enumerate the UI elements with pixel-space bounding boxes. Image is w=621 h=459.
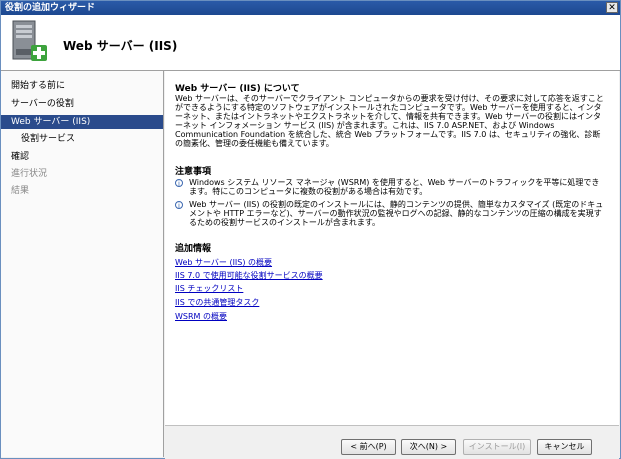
nav-item-before-you-begin[interactable]: 開始する前に <box>1 79 163 93</box>
cancel-button[interactable]: キャンセル <box>537 439 592 455</box>
install-button: インストール(I) <box>463 439 531 455</box>
link-wsrm-overview[interactable]: WSRM の概要 <box>175 311 227 322</box>
nav-item-server-roles[interactable]: サーバーの役割 <box>1 97 163 111</box>
server-role-icon <box>12 20 47 61</box>
note-text: Web サーバー (IIS) の役割の既定のインストールには、静的コンテンツの提… <box>189 200 604 227</box>
nav-item-progress: 進行状況 <box>11 169 48 179</box>
nav-item-results: 結果 <box>11 186 30 196</box>
wizard-step-nav: 開始する前に サーバーの役割 Web サーバー (IIS) 役割サービス 確認 … <box>1 71 164 457</box>
more-info-heading: 追加情報 <box>175 244 212 254</box>
wizard-window: 役割の追加ウィザード ✕ Web サーバー (IIS) 開始する前に サーバーの… <box>0 0 621 459</box>
link-common-admin-tasks[interactable]: IIS での共通管理タスク <box>175 297 259 308</box>
about-heading: Web サーバー (IIS) について <box>175 84 300 94</box>
nav-item-confirmation[interactable]: 確認 <box>1 150 163 164</box>
link-iis-checklist[interactable]: IIS チェックリスト <box>175 283 243 294</box>
info-icon: i <box>175 179 183 188</box>
link-web-server-overview[interactable]: Web サーバー (IIS) の概要 <box>175 257 272 268</box>
back-button[interactable]: < 前へ(P) <box>341 439 396 455</box>
note-text: Windows システム リソース マネージャ (WSRM) を使用すると、We… <box>189 178 600 196</box>
notes-heading: 注意事項 <box>175 167 212 177</box>
page-title: Web サーバー (IIS) <box>63 39 178 53</box>
close-icon[interactable]: ✕ <box>606 2 618 13</box>
window-title: 役割の追加ウィザード <box>5 3 96 13</box>
wizard-header: Web サーバー (IIS) <box>1 15 620 71</box>
title-bar[interactable]: 役割の追加ウィザード ✕ <box>1 1 620 15</box>
wizard-footer: < 前へ(P) 次へ(N) > インストール(I) キャンセル <box>165 425 619 459</box>
nav-item-role-services[interactable]: 役割サービス <box>1 132 163 146</box>
next-button[interactable]: 次へ(N) > <box>401 439 456 455</box>
nav-item-web-server[interactable]: Web サーバー (IIS) <box>1 115 163 129</box>
link-role-services-overview[interactable]: IIS 7.0 で使用可能な役割サービスの概要 <box>175 270 323 281</box>
about-text: Web サーバーは、そのサーバーでクライアント コンピュータからの要求を受け付け… <box>175 94 604 148</box>
content-pane: Web サーバー (IIS) について Web サーバーは、そのサーバーでクライ… <box>165 71 619 425</box>
info-icon: i <box>175 201 183 210</box>
